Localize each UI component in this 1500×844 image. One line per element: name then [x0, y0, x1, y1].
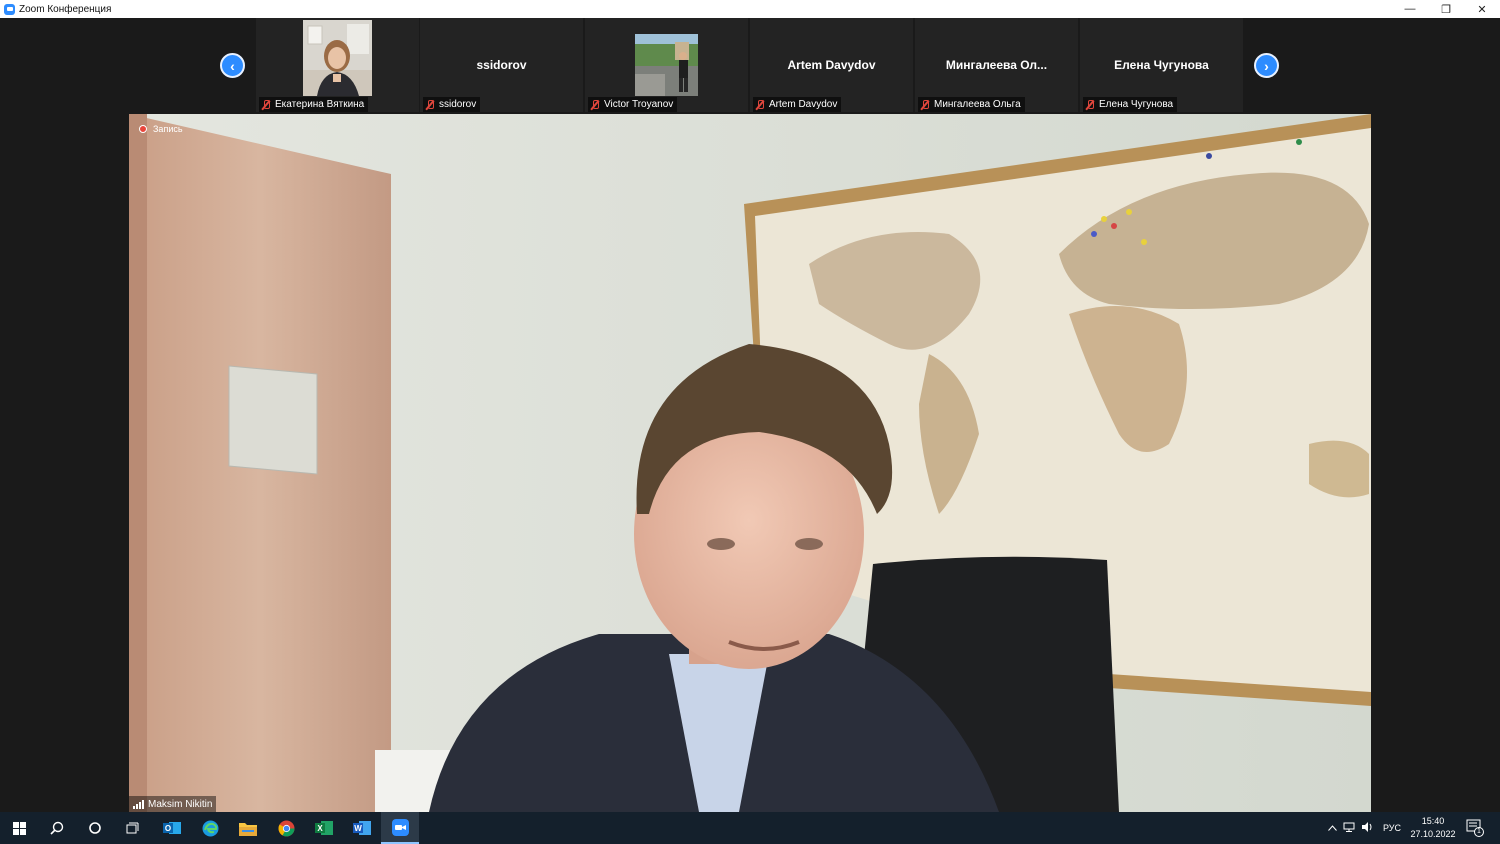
participant-label: Екатерина Вяткина	[259, 97, 369, 112]
mic-muted-icon	[1085, 99, 1095, 110]
participant-tile[interactable]: Victor Troyanov	[585, 18, 748, 112]
participant-video	[635, 34, 698, 96]
cortana-icon[interactable]	[76, 812, 114, 844]
zoom-app-icon	[4, 3, 15, 15]
signal-strength-icon	[133, 799, 144, 809]
participant-tile[interactable]: Елена Чугунова Елена Чугунова	[1080, 18, 1243, 112]
next-page-button[interactable]: ›	[1254, 53, 1279, 78]
mic-muted-icon	[755, 99, 765, 110]
chrome-icon[interactable]	[267, 812, 305, 844]
participant-display-name: ssidorov	[476, 58, 527, 72]
volume-icon[interactable]	[1359, 822, 1377, 834]
participant-tile[interactable]: Artem Davydov Artem Davydov	[750, 18, 913, 112]
speaker-name: Maksim Nikitin	[148, 798, 213, 810]
svg-text:X: X	[317, 824, 323, 833]
participant-label: Victor Troyanov	[588, 97, 678, 112]
search-icon[interactable]	[38, 812, 76, 844]
participant-name: Artem Davydov	[769, 99, 838, 110]
system-tray: РУС	[1325, 812, 1407, 844]
file-explorer-icon[interactable]	[229, 812, 267, 844]
svg-text:O: O	[165, 824, 171, 833]
outlook-icon[interactable]: O	[153, 812, 191, 844]
participant-tile[interactable]: Екатерина Вяткина	[256, 18, 419, 112]
record-icon	[139, 125, 147, 133]
clock-time: 15:40	[1421, 816, 1445, 826]
windows-taskbar: O X W РУС 15:40 27.10.2022 1	[0, 812, 1500, 844]
window-controls: — ❐ ✕	[1392, 0, 1500, 18]
speaker-video-frame	[129, 114, 1371, 812]
participant-name: Victor Troyanov	[604, 99, 674, 110]
network-icon[interactable]	[1339, 822, 1359, 834]
mic-muted-icon	[920, 99, 930, 110]
start-icon[interactable]	[0, 812, 38, 844]
participant-label: ssidorov	[423, 97, 481, 112]
close-button[interactable]: ✕	[1464, 0, 1500, 18]
tray-chevron-up-icon[interactable]	[1325, 823, 1339, 833]
task-view-icon[interactable]	[113, 812, 151, 844]
mic-muted-icon	[590, 99, 600, 110]
participant-tile[interactable]: Мингалеева Ол... Мингалеева Ольга	[915, 18, 1078, 112]
zoom-icon[interactable]	[381, 812, 419, 844]
participant-label: Artem Davydov	[753, 97, 842, 112]
minimize-button[interactable]: —	[1392, 0, 1428, 18]
edge-icon[interactable]	[191, 812, 229, 844]
previous-page-button[interactable]: ‹	[220, 53, 245, 78]
mic-muted-icon	[425, 99, 435, 110]
notification-center-icon[interactable]: 1	[1466, 819, 1484, 842]
participant-name: ssidorov	[439, 99, 477, 110]
participant-name: Екатерина Вяткина	[275, 99, 365, 110]
participant-display-name: Artem Davydov	[787, 58, 876, 72]
participant-name: Мингалеева Ольга	[934, 99, 1021, 110]
word-icon[interactable]: W	[343, 812, 381, 844]
participant-strip: ‹ Екатерина Вяткина ssidorov ssidorov Vi…	[0, 18, 1500, 114]
excel-icon[interactable]: X	[305, 812, 343, 844]
clock-date: 27.10.2022	[1410, 829, 1456, 839]
participant-label: Мингалеева Ольга	[918, 97, 1025, 112]
speaker-label: Maksim Nikitin	[129, 796, 217, 812]
notification-count: 1	[1477, 828, 1481, 835]
participant-video	[303, 20, 372, 96]
clock[interactable]: 15:40 27.10.2022	[1408, 815, 1458, 841]
participant-display-name: Елена Чугунова	[1114, 58, 1209, 72]
restore-button[interactable]: ❐	[1428, 0, 1464, 18]
language-indicator[interactable]: РУС	[1377, 823, 1407, 833]
active-speaker-video[interactable]: Запись Maksim Nikitin	[129, 114, 1371, 812]
participant-name: Елена Чугунова	[1099, 99, 1174, 110]
mic-muted-icon	[261, 99, 271, 110]
recording-indicator[interactable]: Запись	[139, 124, 183, 134]
title-bar: Zoom Конференция — ❐ ✕	[0, 0, 1500, 18]
participant-label: Елена Чугунова	[1083, 97, 1178, 112]
participant-display-name: Мингалеева Ол...	[945, 58, 1048, 72]
window-title: Zoom Конференция	[19, 3, 112, 15]
recording-label: Запись	[153, 124, 183, 134]
participant-tile[interactable]: ssidorov ssidorov	[420, 18, 583, 112]
svg-text:W: W	[354, 824, 362, 833]
